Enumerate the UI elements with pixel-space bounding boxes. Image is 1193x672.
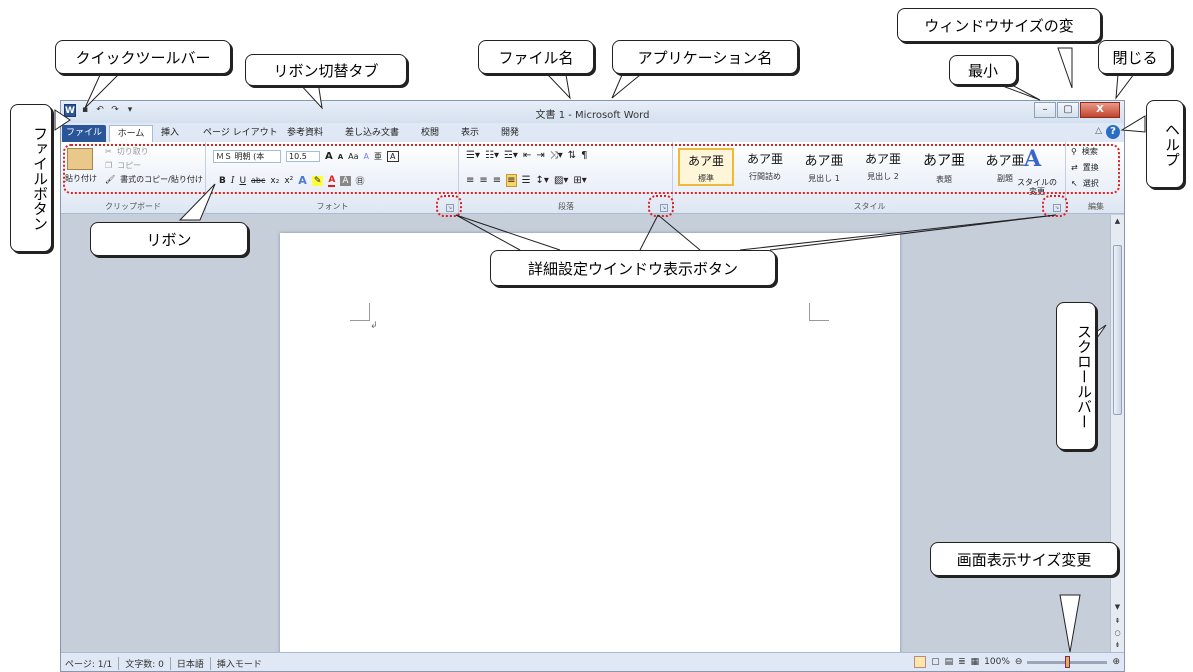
title-bar: W ▪ ↶ ↷ ▾ 文書 1 - Microsoft Word – ▢ X xyxy=(61,101,1124,123)
scroll-up-icon[interactable]: ▲ xyxy=(1111,217,1124,225)
crop-mark-right xyxy=(809,303,829,321)
callout-dialog-launcher: 詳細設定ウインドウ表示ボタン xyxy=(490,250,776,286)
zoom-slider[interactable] xyxy=(1027,655,1108,668)
tab-references[interactable]: 参考資料 xyxy=(287,125,323,142)
ribbon-tabs: ファイル ホーム 挿入 ページ レイアウト 参考資料 差し込み文書 校閲 表示 … xyxy=(61,123,1124,142)
font-launcher-highlight xyxy=(436,195,462,217)
tab-insert[interactable]: 挿入 xyxy=(161,125,179,142)
appname-pointer xyxy=(611,74,642,99)
help-pointer xyxy=(1120,115,1146,133)
full-screen-icon[interactable]: ▢ xyxy=(931,657,940,667)
callout-help: ヘルプ xyxy=(1146,100,1184,188)
tab-review[interactable]: 校閲 xyxy=(421,125,439,142)
callout-minimize: 最小 xyxy=(949,55,1017,85)
print-layout-icon[interactable] xyxy=(914,656,927,668)
maximize-button[interactable]: ▢ xyxy=(1057,102,1079,118)
close-pointer xyxy=(1115,73,1135,100)
text-cursor-icon: ↲ xyxy=(370,321,378,331)
filename-pointer xyxy=(546,74,571,100)
web-layout-icon[interactable]: ▤ xyxy=(945,657,954,667)
group-label-editing: 編集 xyxy=(1088,202,1104,211)
vertical-scrollbar[interactable]: ▲ ▼ ⇞ ○ ⇟ xyxy=(1110,215,1124,654)
callout-zoom: 画面表示サイズ変更 xyxy=(930,542,1118,576)
callout-file-button: ファイルボタン xyxy=(10,104,52,252)
zoom-level[interactable]: 100% xyxy=(984,657,1010,667)
zoom-slider-thumb[interactable] xyxy=(1065,655,1071,668)
styles-launcher-highlight xyxy=(1042,195,1068,217)
group-label-styles: スタイル xyxy=(853,202,886,211)
callout-close: 閉じる xyxy=(1098,40,1172,74)
group-label-paragraph: 段落 xyxy=(558,202,574,211)
callout-ribbon-tab: リボン切替タブ xyxy=(245,54,407,86)
crop-mark-left xyxy=(350,303,370,321)
window-size-pointer xyxy=(1057,47,1073,89)
prev-page-icon[interactable]: ⇞ xyxy=(1111,617,1124,625)
scroll-down-icon[interactable]: ▼ xyxy=(1111,603,1124,611)
tab-file[interactable]: ファイル xyxy=(62,125,106,142)
zoom-in-icon[interactable]: ⊕ xyxy=(1112,657,1120,667)
callout-scrollbar: スクロールバー xyxy=(1056,302,1096,450)
close-button[interactable]: X xyxy=(1080,102,1120,118)
minimize-button[interactable]: – xyxy=(1034,102,1056,118)
document-page[interactable]: ↲ xyxy=(280,233,900,654)
window-controls: – ▢ X xyxy=(1034,102,1120,118)
status-word-count[interactable]: 文字数: 0 xyxy=(118,657,164,670)
browse-object-icon[interactable]: ○ xyxy=(1111,629,1124,637)
callout-filename: ファイル名 xyxy=(478,40,594,74)
status-insert-mode[interactable]: 挿入モード xyxy=(209,657,262,670)
group-label-clipboard: クリップボード xyxy=(105,202,161,211)
next-page-icon[interactable]: ⇟ xyxy=(1111,641,1124,649)
stage: { "window": { "title": "文書 1 - Microsoft… xyxy=(0,0,1193,672)
zoom-out-icon[interactable]: ⊖ xyxy=(1015,657,1023,667)
callout-qat: クイックツールバー xyxy=(55,40,231,74)
callout-appname: アプリケーション名 xyxy=(612,40,798,74)
tab-home[interactable]: ホーム xyxy=(109,125,153,142)
tab-view[interactable]: 表示 xyxy=(461,125,479,142)
tab-developer[interactable]: 開発 xyxy=(501,125,519,142)
help-button[interactable]: ? xyxy=(1106,125,1120,139)
minimize-pointer xyxy=(999,84,1041,101)
outline-icon[interactable]: ≣ xyxy=(958,657,966,667)
callout-ribbon: リボン xyxy=(90,222,248,256)
scroll-thumb[interactable] xyxy=(1113,245,1122,415)
tab-page-layout[interactable]: ページ レイアウト xyxy=(203,125,278,142)
tab-mailings[interactable]: 差し込み文書 xyxy=(345,125,399,142)
window-title: 文書 1 - Microsoft Word xyxy=(535,110,650,121)
ribbon-highlight xyxy=(63,144,1120,194)
status-language[interactable]: 日本語 xyxy=(169,657,204,670)
group-label-font: フォント xyxy=(316,202,349,211)
status-bar: ページ: 1/1 文字数: 0 日本語 挿入モード ▢ ▤ ≣ ▦ 100% ⊖… xyxy=(61,652,1124,671)
ribbon-collapse-icon[interactable]: △ xyxy=(1095,126,1102,136)
zoom-controls: ▢ ▤ ≣ ▦ 100% ⊖ ⊕ xyxy=(914,655,1120,668)
draft-icon[interactable]: ▦ xyxy=(971,657,980,667)
paragraph-launcher-highlight xyxy=(648,195,674,217)
status-page[interactable]: ページ: 1/1 xyxy=(65,657,112,670)
callout-window-size: ウィンドウサイズの変 xyxy=(897,8,1101,42)
